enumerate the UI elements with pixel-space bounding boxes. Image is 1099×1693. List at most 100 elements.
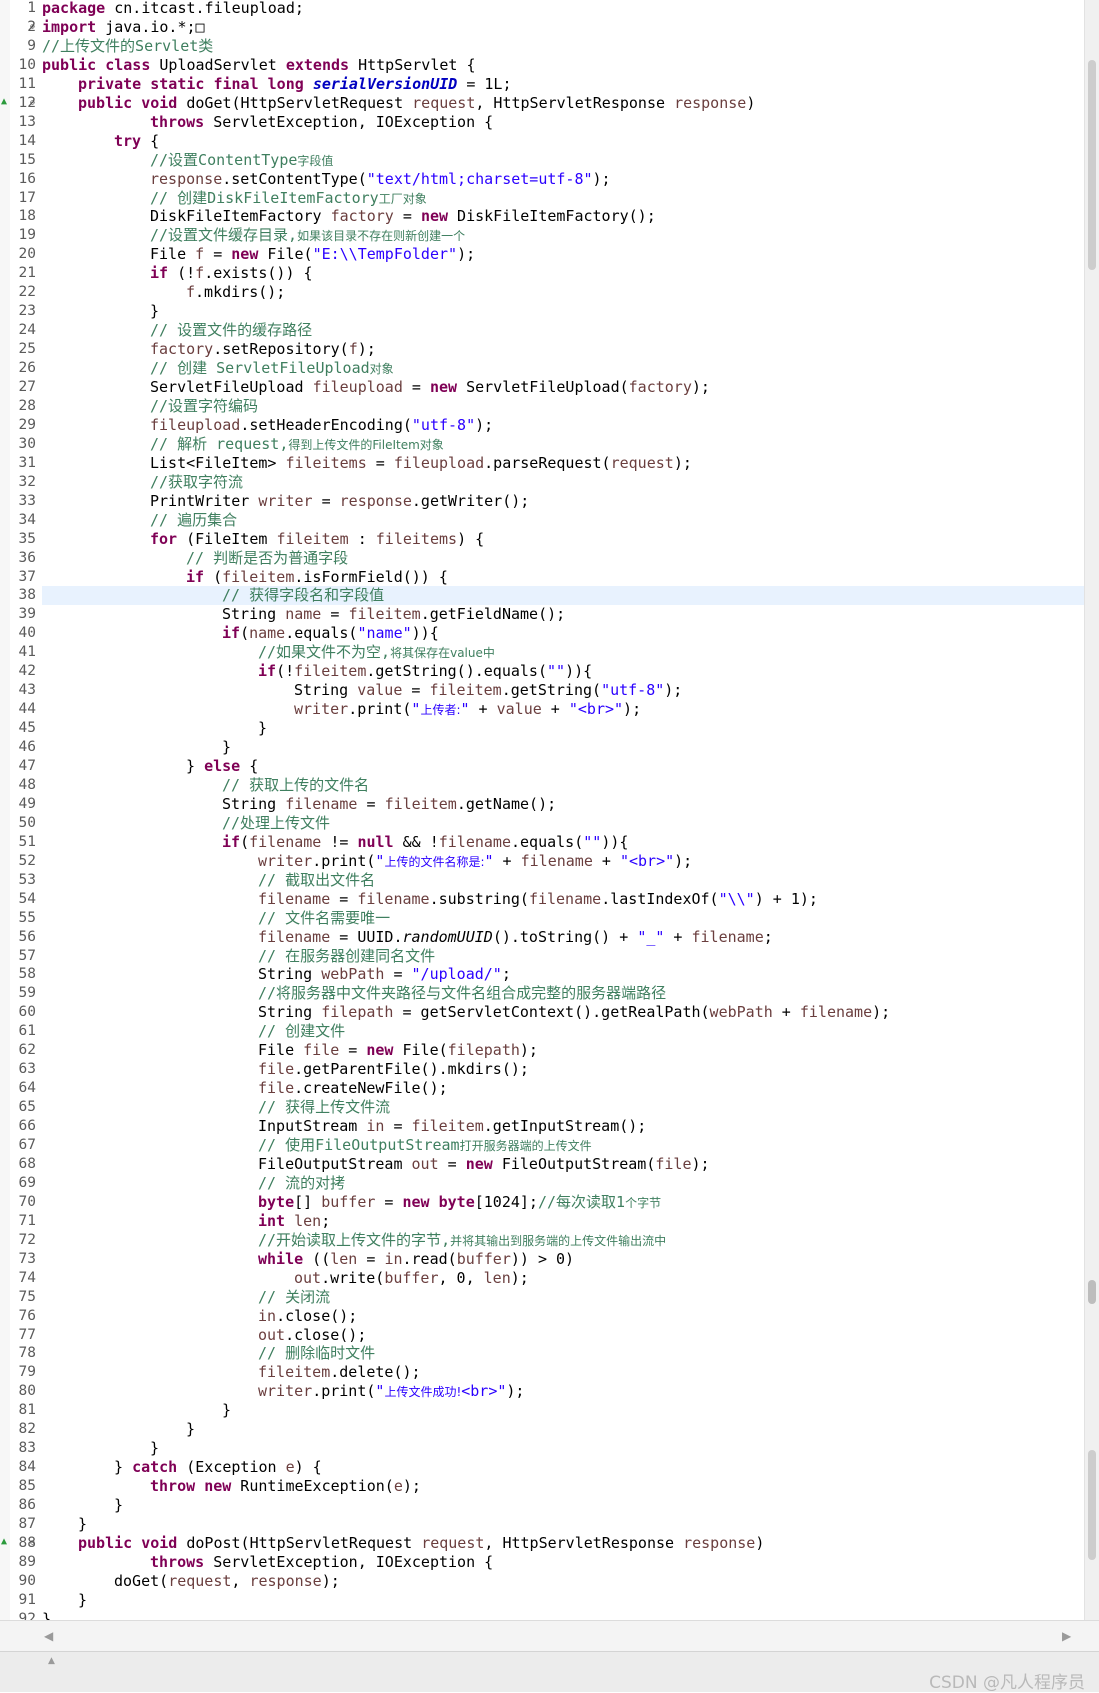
line-number: 78 (18, 1345, 36, 1362)
code-token: : (348, 529, 376, 548)
code-text: } (42, 1420, 1084, 1439)
code-text: // 创建 ServletFileUpload对象 (42, 359, 1084, 378)
code-token: )){ (411, 624, 439, 643)
line-number: 9 (27, 37, 36, 54)
line-number: 36 (18, 549, 36, 566)
code-token: + (469, 700, 497, 719)
code-token: throws (150, 112, 205, 131)
code-token: writer (258, 491, 313, 510)
code-token: 个字节 (625, 1195, 662, 1210)
code-text: // 判断是否为普通字段 (42, 549, 1084, 568)
code-token: buffer (321, 1192, 376, 1211)
line-number: 26 (18, 360, 36, 377)
code-token: len (483, 1268, 511, 1287)
code-line: 20 File f = new File("E:\\TempFolder"); (0, 245, 1084, 264)
expand-fold-icon[interactable]: ⊕ (30, 22, 35, 31)
code-token: .getName(); (456, 794, 557, 813)
code-text: // 获得字段名和字段值 (42, 586, 1084, 606)
code-token: webPath (321, 965, 385, 984)
code-line: 57 // 在服务器创建同名文件 (0, 947, 1084, 966)
code-token: 上传的文件名称是: (384, 854, 485, 869)
code-line: 54 filename = filename.substring(filename… (0, 890, 1084, 909)
code-token: ); (402, 1477, 421, 1496)
code-token: )){ (565, 662, 593, 681)
code-line: 89 throws ServletException, IOException { (0, 1553, 1084, 1572)
code-token: filename (285, 794, 358, 813)
code-token: "\\" (718, 889, 755, 908)
code-text: public class UploadServlet extends HttpS… (42, 56, 1084, 75)
code-token: // 遍历集合 (150, 510, 238, 529)
code-line: 35 for (FileItem fileitem : fileitems) { (0, 530, 1084, 549)
code-token: } (258, 719, 268, 738)
code-line: 29 fileupload.setHeaderEncoding("utf-8"); (0, 416, 1084, 435)
code-text: } (42, 1610, 1084, 1620)
code-token: .isFormField()) { (294, 567, 448, 586)
line-number: 10 (18, 56, 36, 73)
code-token: // 创建 ServletFileUpload (150, 359, 370, 378)
code-token: .print( (348, 700, 412, 719)
line-number: 49 (18, 795, 36, 812)
code-token: new (429, 378, 458, 396)
code-token: // 使用FileOutputStream (258, 1136, 460, 1154)
line-number: 47 (18, 758, 36, 774)
code-token: writer (258, 1382, 313, 1401)
line-number: 83 (18, 1440, 36, 1457)
code-token: // 获取上传的文件名 (222, 775, 370, 794)
code-text: //设置ContentType字段值 (42, 151, 1084, 170)
code-text: for (FileItem fileitem : fileitems) { (42, 530, 1084, 549)
code-token: f (195, 245, 205, 264)
code-line: 11 private static final long serialVersio… (0, 75, 1084, 94)
code-token: // 文件名需要唯一 (258, 908, 391, 927)
code-text: import java.io.*;□ (42, 18, 1084, 37)
code-token: new (204, 1477, 232, 1496)
line-number: 80 (18, 1383, 36, 1400)
collapse-fold-icon[interactable]: ⊖ (30, 1538, 35, 1547)
code-token: f (195, 264, 205, 283)
watermark: CSDN @凡人程序员 (929, 1673, 1085, 1693)
horizontal-scrollbar[interactable]: ◀ ▶ (0, 1620, 1099, 1651)
code-text: //获取字符流 (42, 473, 1084, 492)
code-token: factory (330, 207, 394, 226)
code-token: 工厂对象 (378, 191, 427, 206)
code-line: 41 //如果文件不为空,将其保存在value中 (0, 643, 1084, 662)
code-token: = (402, 681, 430, 700)
code-token: void (141, 93, 178, 112)
code-token: } (78, 1590, 88, 1609)
scroll-right-arrow-icon[interactable]: ▶ (1062, 1629, 1071, 1643)
code-line: 52 writer.print("上传的文件名称是:" + filename + … (0, 852, 1084, 871)
line-number: 11 (18, 75, 36, 92)
scroll-left-arrow-icon[interactable]: ◀ (44, 1629, 53, 1643)
code-token: name (249, 624, 286, 643)
vertical-scrollbar[interactable] (1084, 0, 1099, 1620)
code-token: .exists()) { (204, 264, 313, 283)
code-token: webPath (709, 1003, 773, 1022)
code-token: // 关闭流 (258, 1287, 331, 1306)
line-number: 28 (18, 397, 36, 414)
code-token: ServletException, IOException { (204, 112, 494, 131)
scroll-thumb[interactable] (1088, 1280, 1096, 1304)
code-token: "name" (357, 624, 412, 643)
code-token: = (357, 794, 385, 813)
code-token: if (222, 832, 241, 851)
code-text: //设置文件缓存目录,如果该目录不存在则新创建一个 (42, 226, 1084, 245)
code-line: 18 DiskFileItemFactory factory = new Disk… (0, 207, 1084, 226)
line-number: 23 (18, 303, 36, 320)
line-number: 38 (18, 587, 36, 604)
expand-arrow-icon[interactable]: ▲ (48, 1656, 55, 1666)
code-editor[interactable]: 1 package cn.itcast.fileupload; 2 ⊕ import j… (0, 0, 1084, 1620)
code-text: throw new RuntimeException(e); (42, 1477, 1084, 1496)
code-text: // 在服务器创建同名文件 (42, 947, 1084, 966)
code-token: //如果文件不为空, (258, 643, 391, 662)
code-token: ; (321, 1211, 331, 1230)
code-token: ); (673, 453, 692, 472)
code-text: // 使用FileOutputStream打开服务器端的上传文件 (42, 1136, 1084, 1155)
scroll-marker (1088, 60, 1096, 270)
code-token: .close(); (276, 1306, 358, 1325)
collapse-fold-icon[interactable]: ⊖ (30, 98, 35, 107)
code-line: 36 // 判断是否为普通字段 (0, 549, 1084, 568)
code-text: writer.print("上传者:" + value + "<br>"); (42, 700, 1084, 719)
line-number: 69 (18, 1174, 36, 1191)
code-token: //处理上传文件 (222, 813, 331, 832)
